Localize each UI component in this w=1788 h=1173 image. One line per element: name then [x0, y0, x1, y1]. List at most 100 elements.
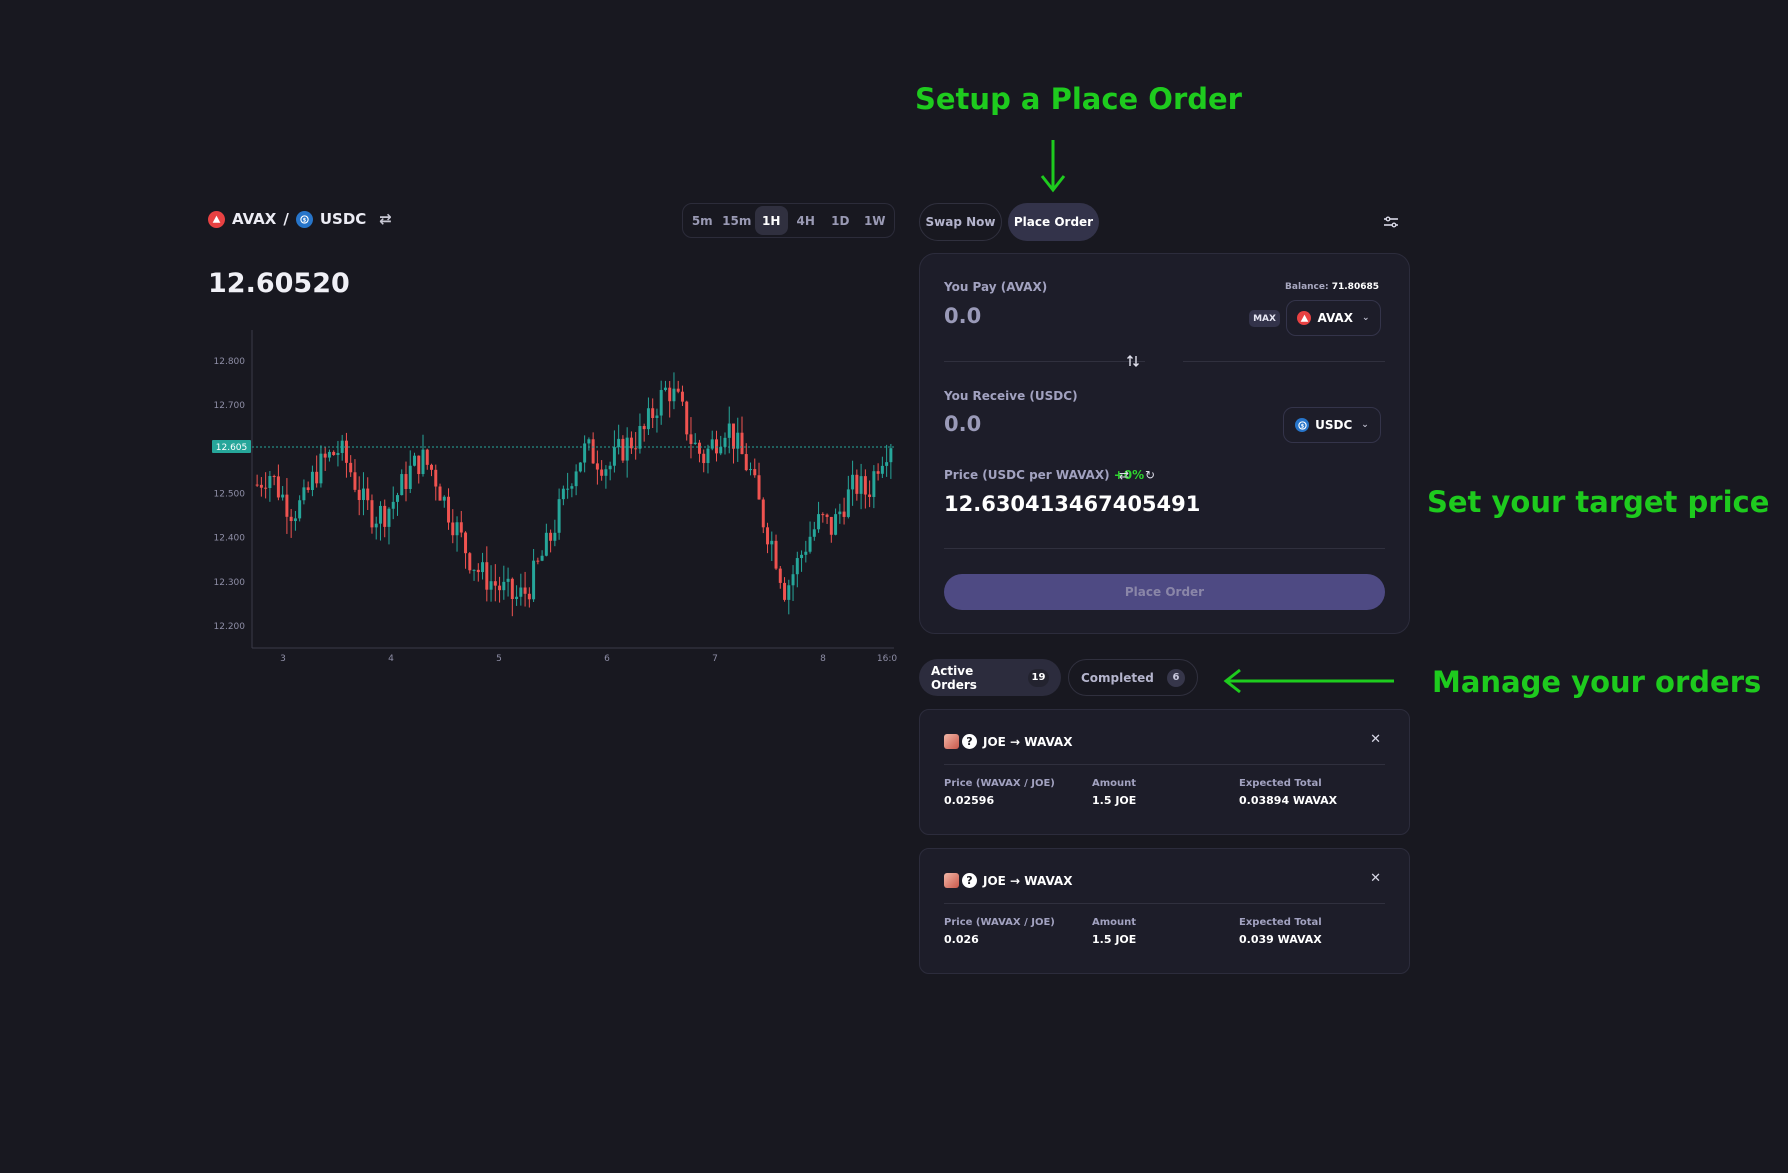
candle-body [344, 440, 348, 463]
candle-body [378, 505, 382, 524]
candle-body [719, 446, 723, 454]
candle-body [319, 453, 323, 484]
pay-token-select[interactable]: AVAX ⌄ [1286, 300, 1381, 336]
candle-body [510, 578, 514, 600]
base-token-label: AVAX [232, 210, 277, 228]
annotation-manage-orders: Manage your orders [1432, 665, 1762, 699]
candle-body [791, 574, 795, 586]
candlestick-chart[interactable]: 12.800 12.700 12.500 12.400 12.300 12.200 3 4 5 6… [208, 330, 898, 670]
candle-body [655, 415, 659, 418]
candle-body [298, 500, 302, 519]
settings-icon[interactable] [1381, 212, 1401, 232]
receive-token-select[interactable]: $ USDC ⌄ [1283, 407, 1381, 443]
swap-horizontal-icon[interactable]: ⇄ [379, 210, 392, 228]
candle-body [481, 562, 485, 573]
pair-separator: / [283, 210, 289, 228]
avax-icon [208, 210, 225, 228]
candle-body [570, 486, 574, 489]
candle-body [434, 469, 438, 487]
max-button[interactable]: MAX [1249, 310, 1280, 327]
tab-completed-orders[interactable]: Completed 6 [1068, 659, 1198, 696]
candle-body [634, 448, 638, 450]
price-chart[interactable]: 12.800 12.700 12.500 12.400 12.300 12.200 3 4 5 6… [208, 330, 898, 670]
order-amount-value: 1.5 JOE [1092, 794, 1137, 807]
timeframe-selector: 5m 15m 1H 4H 1D 1W [682, 203, 895, 238]
y-tick-label: 12.500 [214, 489, 246, 499]
candle-body [834, 514, 838, 535]
place-order-button[interactable]: Place Order [944, 574, 1385, 610]
order-price-label: Price (WAVAX / JOE) [944, 778, 1055, 789]
close-icon[interactable]: ✕ [1370, 871, 1381, 886]
candle-body [740, 432, 744, 455]
candle-body [706, 448, 710, 464]
timeframe-1h[interactable]: 1H [755, 206, 788, 235]
target-price-input[interactable]: 12.630413467405491 [944, 492, 1200, 516]
candle-body [553, 532, 557, 541]
candle-body [621, 438, 625, 461]
order-total-label: Expected Total [1239, 917, 1322, 928]
pair-selector[interactable]: AVAX / $ USDC ⇄ [208, 210, 392, 228]
candle-body [430, 464, 434, 470]
tab-swap-now[interactable]: Swap Now [919, 203, 1002, 241]
tab-place-order[interactable]: Place Order [1008, 203, 1099, 241]
candle-body [353, 472, 357, 490]
place-order-panel: You Pay (AVAX) Balance: 71.80685 MAX AVA… [919, 253, 1410, 634]
candle-body [361, 488, 365, 501]
candle-body [736, 432, 740, 449]
candle-body [506, 578, 510, 582]
svg-text:$: $ [303, 217, 307, 223]
candle-body [868, 494, 872, 497]
timeframe-1d[interactable]: 1D [824, 206, 857, 235]
timeframe-5m[interactable]: 5m [686, 206, 719, 235]
timeframe-15m[interactable]: 15m [721, 206, 754, 235]
x-tick-label: 16:0 [877, 654, 897, 664]
candle-body [387, 508, 391, 527]
candle-body [442, 496, 446, 501]
svg-text:$: $ [1300, 423, 1304, 429]
quote-token-label: USDC [319, 210, 367, 228]
candle-body [281, 494, 285, 498]
candle-body [846, 489, 850, 517]
close-icon[interactable]: ✕ [1370, 732, 1381, 747]
candle-body [268, 476, 272, 489]
divider [1183, 361, 1385, 362]
candle-body [536, 560, 540, 562]
candle-body [455, 522, 459, 536]
candle-body [689, 434, 693, 444]
candle-body [680, 391, 684, 402]
candle-body [732, 423, 735, 449]
candle-body [863, 476, 867, 495]
candle-body [604, 469, 608, 476]
balance-display: Balance: 71.80685 [1285, 282, 1379, 292]
y-tick-label: 12.800 [214, 357, 246, 367]
price-label-row: Price (USDC per WAVAX) +0% [944, 468, 1144, 482]
swap-vertical-icon[interactable] [1125, 353, 1141, 369]
receive-amount-input[interactable] [944, 412, 1144, 436]
candle-body [795, 558, 799, 575]
order-amount-label: Amount [1092, 778, 1137, 789]
candle-body [276, 476, 280, 498]
order-amount: Amount 1.5 JOE [1092, 917, 1136, 946]
candle-body [838, 511, 842, 515]
candle-body [778, 568, 782, 583]
pay-amount-input[interactable] [944, 304, 1144, 328]
x-tick-label: 5 [496, 654, 502, 664]
arrow-down-icon [1040, 140, 1066, 193]
avax-icon [1297, 311, 1312, 325]
refresh-icon[interactable]: ↻ [1145, 468, 1155, 482]
candle-body [804, 551, 808, 555]
timeframe-4h[interactable]: 4H [790, 206, 823, 235]
swap-horizontal-icon[interactable]: ⇄ [1119, 468, 1129, 482]
candle-body [668, 387, 672, 402]
tab-active-orders[interactable]: Active Orders 19 [919, 659, 1061, 696]
candle-body [485, 562, 489, 590]
candle-body [451, 522, 455, 536]
candle-body [723, 437, 727, 447]
candle-body [744, 454, 748, 471]
x-tick-label: 8 [820, 654, 826, 664]
timeframe-1w[interactable]: 1W [859, 206, 892, 235]
x-tick-label: 4 [388, 654, 394, 664]
candle-body [264, 487, 268, 489]
order-amount-label: Amount [1092, 917, 1137, 928]
candle-body [293, 518, 297, 522]
